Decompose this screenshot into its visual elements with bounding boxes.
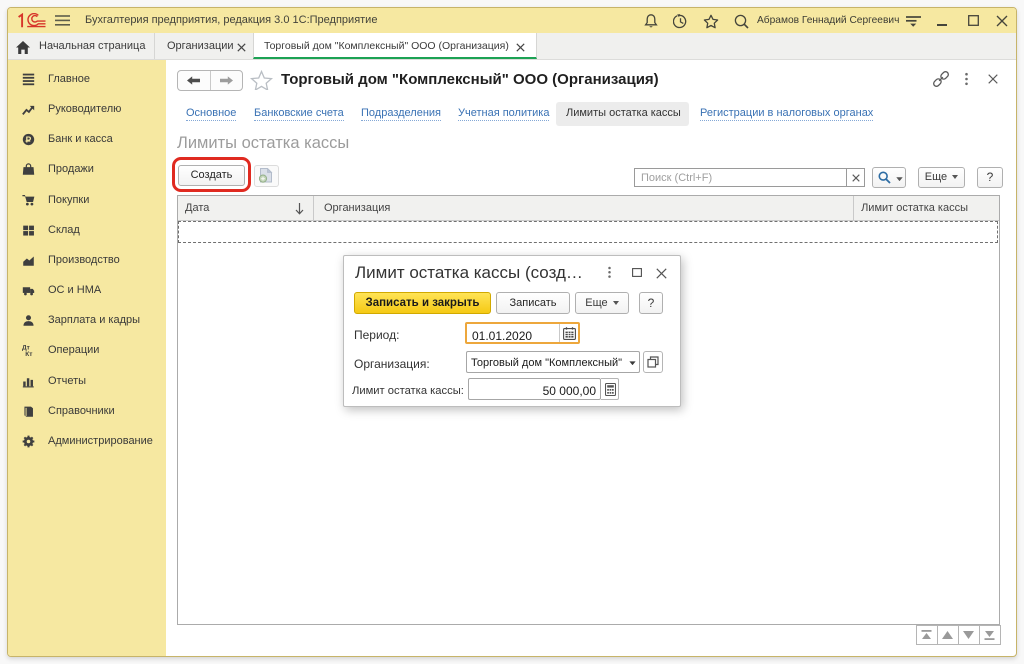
svg-text:P: P xyxy=(26,134,32,144)
svg-text:Кт: Кт xyxy=(25,351,32,357)
